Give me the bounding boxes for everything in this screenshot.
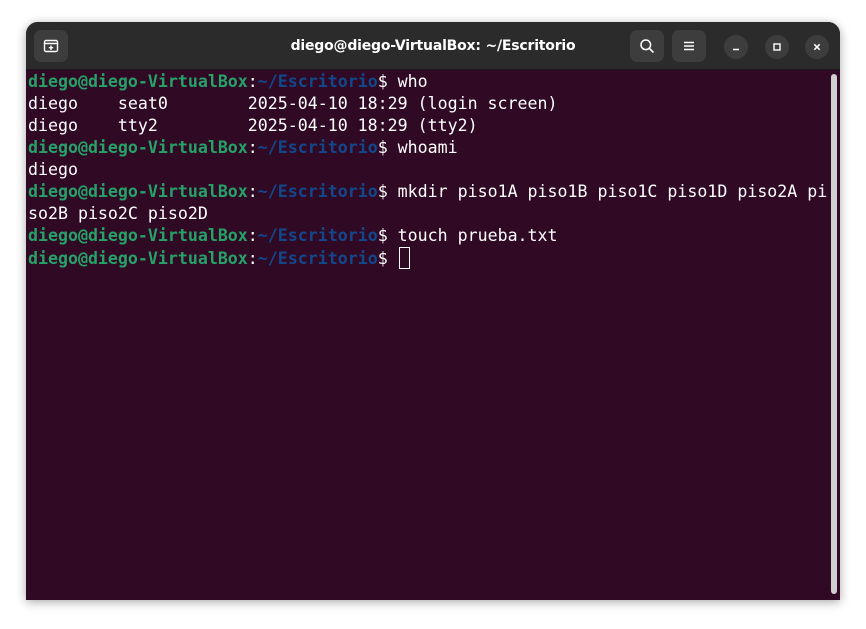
prompt-path: ~/Escritorio	[257, 249, 378, 268]
prompt-path: ~/Escritorio	[257, 72, 378, 91]
minimize-button[interactable]	[724, 35, 748, 59]
prompt-colon: :	[247, 138, 258, 157]
output-line: so2B piso2C piso2D	[28, 204, 208, 223]
prompt-dollar: $	[377, 182, 398, 201]
close-button[interactable]	[805, 35, 829, 59]
prompt-path: ~/Escritorio	[257, 138, 378, 157]
prompt-dollar: $	[377, 72, 398, 91]
title-bar[interactable]: diego@diego-VirtualBox: ~/Escritorio	[26, 22, 840, 70]
prompt-colon: :	[247, 226, 258, 245]
terminal-area[interactable]: diego@diego-VirtualBox:~/Escritorio$ who…	[26, 70, 840, 600]
hamburger-menu-icon	[684, 41, 694, 51]
command-text: mkdir piso1A piso1B piso1C piso1D piso2A…	[397, 182, 828, 201]
terminal-window: diego@diego-VirtualBox: ~/Escritorio die…	[26, 22, 840, 600]
prompt-user-host: diego@diego-VirtualBox	[28, 249, 248, 268]
prompt-line: diego@diego-VirtualBox:~/Escritorio$ mkd…	[28, 181, 827, 203]
command-text: touch prueba.txt	[397, 226, 558, 245]
prompt-path: ~/Escritorio	[257, 226, 378, 245]
prompt-user-host: diego@diego-VirtualBox	[28, 226, 248, 245]
prompt-line: diego@diego-VirtualBox:~/Escritorio$ who…	[28, 137, 827, 159]
output-line: diego	[28, 160, 78, 179]
prompt-colon: :	[247, 249, 258, 268]
prompt-colon: :	[247, 182, 258, 201]
prompt-line: diego@diego-VirtualBox:~/Escritorio$ tou…	[28, 225, 827, 247]
output-line: diego tty2 2025-04-10 18:29 (tty2)	[28, 116, 478, 135]
maximize-button[interactable]	[765, 35, 789, 59]
prompt-dollar: $	[377, 249, 398, 268]
prompt-colon: :	[247, 72, 258, 91]
prompt-dollar: $	[377, 138, 398, 157]
command-text: who	[397, 72, 428, 91]
command-text: whoami	[397, 138, 458, 157]
maximize-icon	[773, 43, 781, 51]
close-icon	[813, 43, 821, 51]
terminal-output: diego@diego-VirtualBox:~/Escritorio$ who…	[28, 71, 827, 269]
search-button[interactable]	[630, 30, 664, 62]
prompt-line: diego@diego-VirtualBox:~/Escritorio$	[28, 247, 827, 269]
search-icon	[640, 39, 654, 53]
prompt-user-host: diego@diego-VirtualBox	[28, 182, 248, 201]
new-tab-icon	[43, 39, 59, 53]
prompt-line: diego@diego-VirtualBox:~/Escritorio$ who	[28, 71, 827, 93]
prompt-user-host: diego@diego-VirtualBox	[28, 138, 248, 157]
text-cursor	[398, 247, 410, 269]
scrollbar[interactable]	[831, 74, 837, 594]
prompt-path: ~/Escritorio	[257, 182, 378, 201]
menu-button[interactable]	[672, 30, 706, 62]
window-title: diego@diego-VirtualBox: ~/Escritorio	[290, 38, 576, 54]
output-line: diego seat0 2025-04-10 18:29 (login scre…	[28, 94, 558, 113]
new-tab-button[interactable]	[34, 30, 68, 62]
minimize-icon	[733, 48, 739, 51]
prompt-user-host: diego@diego-VirtualBox	[28, 72, 248, 91]
prompt-dollar: $	[377, 226, 398, 245]
